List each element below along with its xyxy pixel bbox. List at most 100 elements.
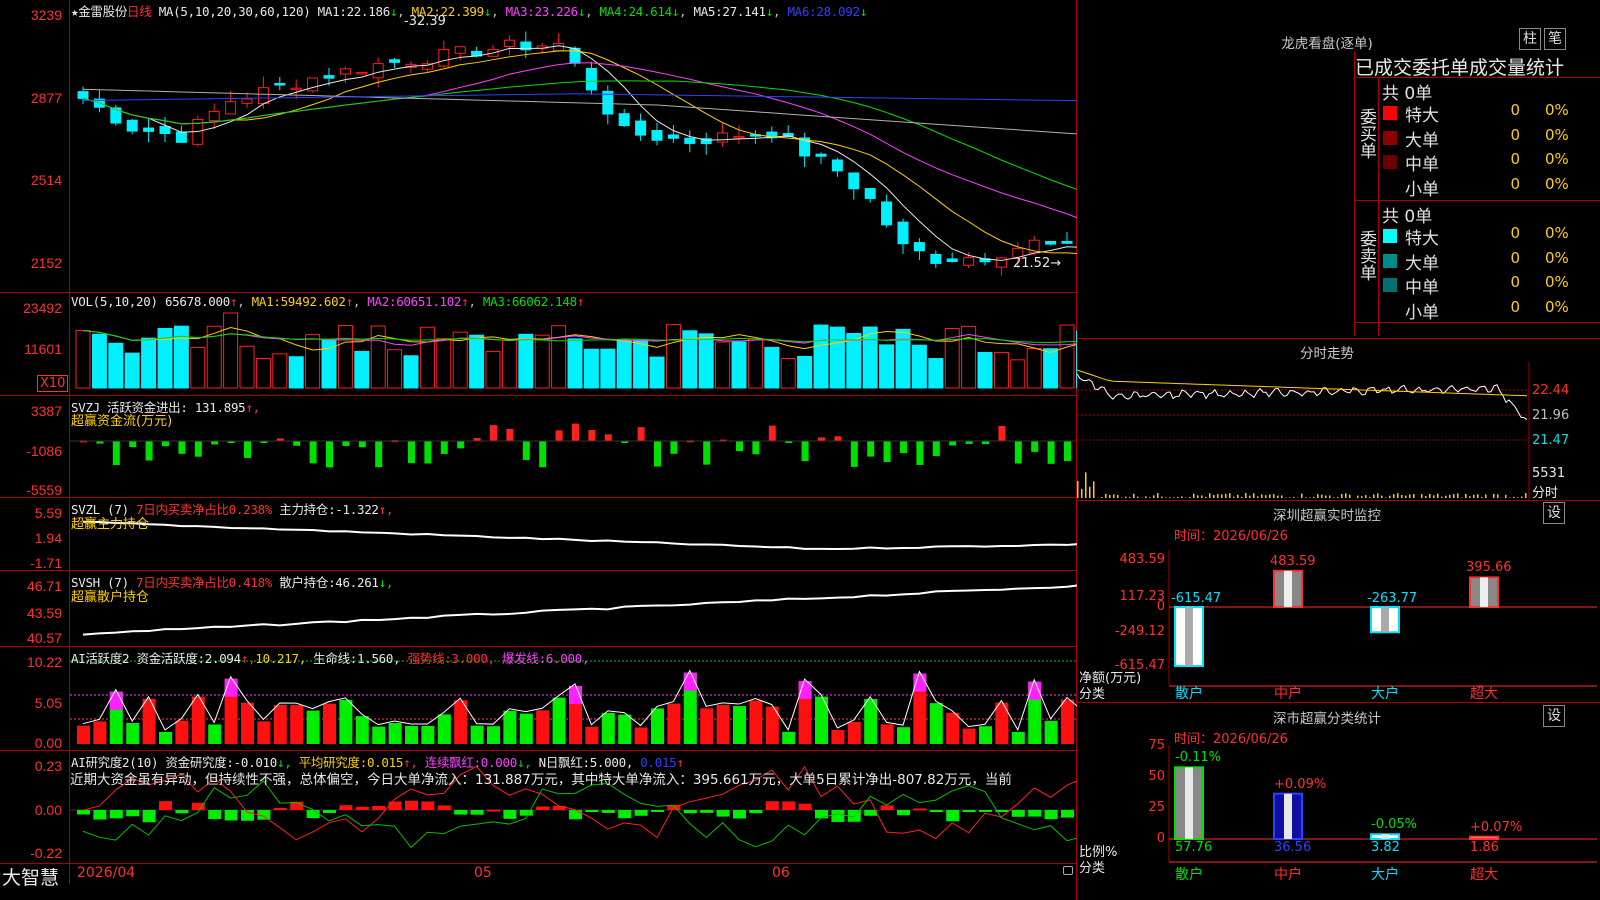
- candle-down: [815, 153, 827, 157]
- svzl-y-tick: 1.94: [34, 530, 62, 546]
- ai-active-bar: [634, 727, 648, 744]
- candle-up: [257, 87, 269, 105]
- minute-volume-bar: [1137, 496, 1139, 498]
- svzj-bar: [194, 441, 202, 457]
- svsh-y-tick: 43.59: [26, 605, 62, 621]
- minute-volume-bar: [1145, 496, 1147, 498]
- minute-volume-bar: [1101, 497, 1103, 498]
- volume-bar: [124, 352, 140, 389]
- svzj-bar: [670, 441, 678, 454]
- minute-volume-bar: [1089, 486, 1091, 498]
- ai-research-bar: [749, 810, 763, 814]
- svzj-y-tick: -5559: [26, 482, 62, 498]
- monitor-bar: [1174, 606, 1204, 667]
- sz-class-value-label: 57.76: [1175, 840, 1213, 855]
- brand-logo: 大智慧: [2, 867, 60, 889]
- ai-research-bar: [519, 810, 533, 816]
- minute-volume-bar: [1225, 493, 1227, 498]
- ai-research-bar: [355, 806, 369, 810]
- svzj-bar: [572, 423, 579, 441]
- svzj-bar: [900, 441, 907, 454]
- svzj-bar: [162, 441, 169, 447]
- candle-down: [323, 75, 335, 79]
- svsh-arrow: ↓,: [378, 575, 394, 590]
- ma5-label: MA5:: [693, 4, 723, 19]
- sz-monitor-category: 散户: [1175, 686, 1203, 702]
- ai-active-bar: [93, 721, 107, 744]
- svsh-label: 散户持仓:: [279, 575, 336, 590]
- sz-class-change-label: -0.11%: [1175, 750, 1221, 766]
- lock-icon[interactable]: [1063, 866, 1073, 875]
- volume-bar: [731, 341, 747, 389]
- sz-class-y-tick: 25: [1148, 800, 1165, 815]
- ai-active-bar: [208, 724, 222, 744]
- ai-research-bar: [651, 810, 664, 812]
- svzj-bar: [916, 441, 924, 465]
- monitor-bar: [1469, 576, 1499, 609]
- svzj-y-tick: -1086: [26, 443, 62, 459]
- minute-volume-bar: [1261, 494, 1263, 498]
- svzj-bar: [326, 441, 333, 468]
- minute-volume-bar: [1377, 493, 1379, 498]
- ma3-arrow: ↓: [577, 4, 586, 19]
- minute-volume-bar: [1093, 481, 1095, 498]
- ai-research-bar: [405, 800, 418, 810]
- ma4-label: MA4:: [599, 4, 629, 19]
- sz-class-category: 超大: [1470, 867, 1498, 883]
- minute-volume-bar: [1337, 497, 1339, 498]
- ma5-value: 27.141: [722, 4, 766, 19]
- monitor-bar-highlight: [1480, 577, 1488, 607]
- stock-name[interactable]: 金雷股份: [78, 4, 127, 19]
- sz-class-y-tick: 50: [1148, 769, 1165, 784]
- volume-bar: [419, 326, 435, 389]
- ai-research-y-tick: 0.23: [34, 758, 62, 774]
- monitor-bar-highlight: [1284, 570, 1292, 607]
- vol-arrow: ↑: [229, 294, 238, 309]
- svzl-y-tick: 5.59: [34, 505, 62, 521]
- svzj-bar: [801, 441, 809, 462]
- period-label[interactable]: 日线: [127, 4, 152, 19]
- volume-bar: [239, 345, 255, 389]
- ai-active-bar: [700, 708, 714, 744]
- ai-active-bar: [355, 716, 369, 744]
- candle-down: [389, 59, 401, 63]
- volume-bar: [551, 325, 567, 389]
- candle-up: [208, 110, 220, 122]
- ai-active-bar: [618, 714, 632, 744]
- sz-monitor-value-label: -263.77: [1367, 591, 1418, 606]
- ai-active-bar: [601, 712, 615, 744]
- minute-volume-bar: [1201, 495, 1203, 498]
- candle-down: [618, 113, 630, 127]
- ma1-value: 22.186: [346, 4, 391, 19]
- ai-research-bar: [585, 810, 599, 812]
- sz-class-change-label: +0.07%: [1470, 819, 1523, 835]
- candle-down: [274, 82, 286, 86]
- minute-volume-bar: [1153, 495, 1155, 498]
- ai-research-bar: [93, 810, 107, 820]
- minute-volume-bar: [1473, 494, 1475, 498]
- ai-active-label: 资金活跃度:: [136, 651, 206, 666]
- ai-active-bar: [716, 704, 730, 744]
- ai-active-bar: [749, 700, 763, 744]
- strong-line-label: 强势线:: [407, 651, 452, 666]
- volume-bar: [747, 338, 763, 389]
- minute-volume-bar: [1449, 494, 1451, 498]
- svzl-label: 主力持仓:: [279, 502, 336, 517]
- minute-volume-bar: [1481, 497, 1483, 498]
- volume-bar: [698, 333, 714, 389]
- ai-active-y-tick: 0.00: [34, 735, 62, 751]
- ai-research-bar: [159, 801, 172, 810]
- volume-bar: [715, 341, 731, 389]
- sz-class-category: 散户: [1175, 867, 1203, 883]
- ai-research-bar: [323, 810, 336, 814]
- ai-active-bar: [979, 726, 992, 744]
- sz-class-value-label: 3.82: [1371, 840, 1400, 855]
- minute-volume-bar: [1373, 494, 1375, 498]
- main-chart-area[interactable]: ★金雷股份日线 MA(5,10,20,30,60,120) MA1:22.186…: [0, 0, 1077, 900]
- vol-ma3-label: MA3:: [482, 294, 512, 309]
- ai-active-bar: [651, 708, 664, 744]
- vol-params: VOL(5,10,20): [71, 294, 158, 309]
- volume-bar: [829, 326, 845, 389]
- candle-up: [454, 46, 466, 54]
- svsh-value: 46.261: [335, 575, 379, 590]
